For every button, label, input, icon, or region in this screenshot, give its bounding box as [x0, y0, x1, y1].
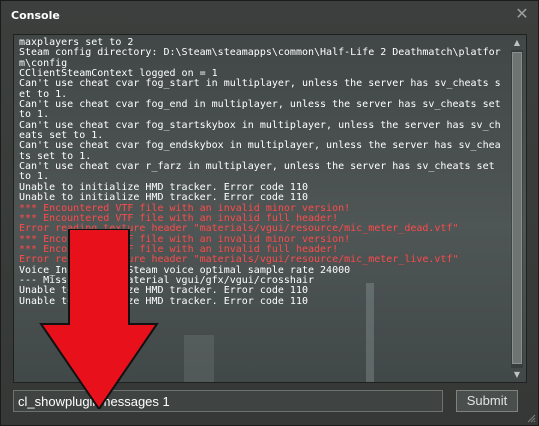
scrollbar-thumb[interactable]	[512, 52, 522, 364]
console-line: Error reading texture header "materials/…	[19, 223, 459, 235]
console-line: Can't use cheat cvar fog_startskybox in …	[19, 119, 501, 142]
console-output[interactable]: maxplayers set to 2 Steam config director…	[13, 34, 527, 383]
scroll-down-icon[interactable]: ▼	[510, 369, 524, 381]
title-bar[interactable]: Console ✕	[1, 1, 538, 31]
console-line: Can't use cheat cvar fog_endskybox in mu…	[19, 140, 501, 162]
submit-button[interactable]: Submit	[456, 390, 518, 412]
console-lines: maxplayers set to 2 Steam config director…	[19, 37, 507, 307]
console-window: Console ✕ maxplayers set to 2 Steam confi…	[0, 0, 539, 426]
close-icon[interactable]: ✕	[514, 6, 530, 22]
command-input[interactable]	[13, 390, 443, 412]
window-title: Console	[11, 9, 60, 22]
console-line: Can't use cheat cvar fog_end in multipla…	[19, 99, 507, 121]
resize-grip-icon[interactable]	[526, 413, 536, 423]
console-line: Unable to initialize HMD tracker. Error …	[19, 295, 308, 307]
console-line: Steam config directory: D:\Steam\steamap…	[19, 47, 501, 69]
vertical-scrollbar[interactable]: ▲ ▼	[510, 37, 524, 381]
scroll-up-icon[interactable]: ▲	[510, 37, 524, 49]
background-pole	[184, 335, 214, 382]
console-line: Unable to initialize HMD tracker. Error …	[19, 192, 308, 204]
console-line: Can't use cheat cvar fog_start in multip…	[19, 78, 501, 100]
console-line: Error reading texture header "materials/…	[19, 254, 459, 266]
console-line: Can't use cheat cvar r_farz in multiplay…	[19, 161, 501, 183]
